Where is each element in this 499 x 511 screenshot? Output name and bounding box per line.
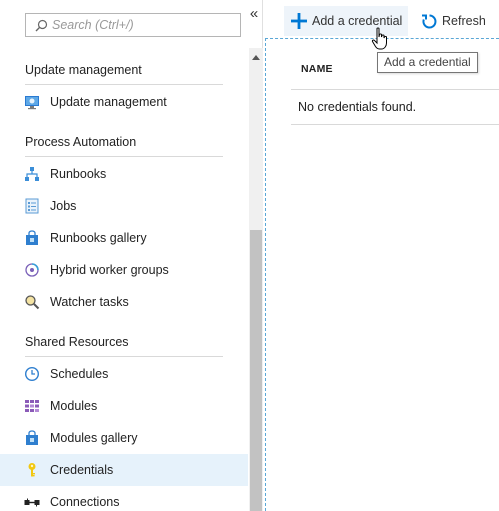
connections-icon [24, 494, 40, 510]
sidebar-item-label: Runbooks [50, 167, 107, 181]
hybrid-worker-groups-icon [24, 262, 40, 278]
section-header-shared-resources: Shared Resources [25, 335, 129, 349]
modules-icon [24, 398, 40, 414]
sidebar-item-update-management[interactable]: Update management [0, 86, 248, 118]
sidebar-item-label: Watcher tasks [50, 295, 129, 309]
sidebar-item-label: Hybrid worker groups [50, 263, 169, 277]
section-header-update-management: Update management [25, 63, 142, 77]
sidebar-item-modules[interactable]: Modules [0, 390, 248, 422]
jobs-icon [24, 198, 40, 214]
sidebar-item-label: Jobs [50, 199, 77, 213]
sidebar: « Update management Update management Pr… [0, 0, 263, 511]
sidebar-item-jobs[interactable]: Jobs [0, 190, 248, 222]
sidebar-item-connections[interactable]: Connections [0, 486, 248, 511]
search-box[interactable] [25, 13, 241, 37]
column-header-name[interactable]: NAME [301, 63, 333, 75]
watcher-tasks-icon [24, 294, 40, 310]
runbooks-icon [24, 166, 40, 182]
sidebar-item-label: Schedules [50, 367, 109, 381]
section-divider [25, 156, 223, 157]
table-row-divider [291, 124, 499, 125]
sidebar-item-label: Update management [50, 95, 167, 109]
sidebar-item-schedules[interactable]: Schedules [0, 358, 248, 390]
sidebar-item-label: Modules gallery [50, 431, 138, 445]
section-header-process-automation: Process Automation [25, 135, 137, 149]
search-input[interactable] [52, 18, 232, 32]
sidebar-item-label: Credentials [50, 463, 114, 477]
sidebar-item-credentials[interactable]: Credentials [0, 454, 248, 486]
sidebar-item-modules-gallery[interactable]: Modules gallery [0, 422, 248, 454]
hand-pointer-cursor-icon [371, 27, 391, 51]
modules-gallery-icon [24, 430, 40, 446]
section-divider [25, 356, 223, 357]
scroll-up-arrow-icon[interactable] [249, 50, 263, 64]
sidebar-item-watcher-tasks[interactable]: Watcher tasks [0, 286, 248, 318]
schedules-icon [24, 366, 40, 382]
sidebar-item-label: Connections [50, 495, 120, 509]
update-management-icon [24, 94, 40, 110]
add-credential-tooltip: Add a credential [377, 52, 478, 73]
empty-state-message: No credentials found. [298, 100, 417, 114]
key-icon [24, 462, 40, 478]
refresh-icon [420, 12, 438, 30]
sidebar-scrollbar-thumb[interactable] [250, 230, 262, 511]
refresh-button[interactable]: Refresh [414, 6, 499, 36]
table-header-divider [291, 89, 499, 90]
sidebar-item-label: Modules [50, 399, 98, 413]
add-credential-label: Add a credential [312, 14, 403, 28]
runbooks-gallery-icon [24, 230, 40, 246]
sidebar-item-hybrid-worker-groups[interactable]: Hybrid worker groups [0, 254, 248, 286]
section-divider [25, 84, 223, 85]
plus-icon [290, 12, 308, 30]
search-icon [30, 14, 52, 36]
refresh-label: Refresh [442, 14, 486, 28]
collapse-sidebar-button[interactable]: « [247, 6, 261, 22]
sidebar-item-runbooks-gallery[interactable]: Runbooks gallery [0, 222, 248, 254]
sidebar-item-runbooks[interactable]: Runbooks [0, 158, 248, 190]
sidebar-item-label: Runbooks gallery [50, 231, 147, 245]
